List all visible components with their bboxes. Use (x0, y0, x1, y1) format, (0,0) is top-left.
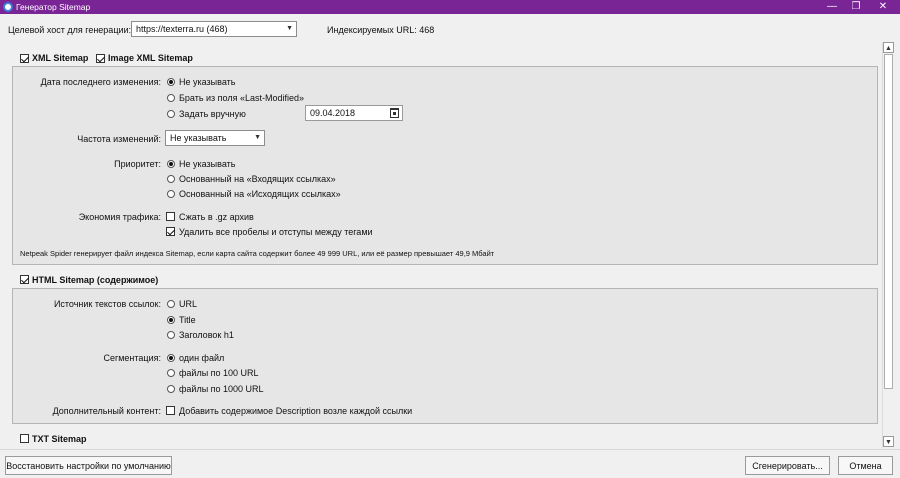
date-value: 09.04.2018 (310, 108, 356, 118)
segmentation-label: Сегментация: (103, 353, 161, 363)
xml-sitemap-label: XML Sitemap (32, 53, 89, 63)
lastmod-option-header: Брать из поля «Last-Modified» (179, 93, 305, 103)
link-source-radio-url[interactable] (167, 300, 175, 308)
strip-whitespace-checkbox[interactable] (166, 227, 175, 236)
priority-radio-outgoing[interactable] (167, 190, 175, 198)
host-select-value: https://texterra.ru (468) (136, 24, 228, 34)
scroll-thumb[interactable] (884, 54, 893, 389)
extra-content-label: Дополнительный контент: (52, 406, 161, 416)
priority-label: Приоритет: (114, 159, 161, 169)
footer-bar: Восстановить настройки по умолчанию Сген… (0, 449, 900, 478)
image-xml-sitemap-checkbox[interactable] (96, 54, 105, 63)
lastmod-radio-none[interactable] (167, 78, 175, 86)
date-picker[interactable]: 09.04.2018 (305, 105, 403, 121)
link-source-option-h1: Заголовок h1 (179, 330, 234, 340)
sitemap-index-note: Netpeak Spider генерирует файл индекса S… (20, 249, 495, 258)
chevron-down-icon: ▼ (254, 134, 261, 141)
html-sitemap-checkbox[interactable] (20, 275, 29, 284)
link-source-option-url: URL (179, 299, 198, 309)
link-source-option-title: Title (179, 315, 196, 325)
description-checkbox[interactable] (166, 406, 175, 415)
host-select[interactable]: https://texterra.ru (468) ▼ (131, 21, 297, 37)
scroll-up-icon[interactable]: ▲ (883, 42, 894, 53)
calendar-icon[interactable] (390, 108, 399, 118)
txt-sitemap-checkbox[interactable] (20, 434, 29, 443)
segmentation-radio-single[interactable] (167, 354, 175, 362)
segmentation-option-single: один файл (179, 353, 225, 363)
window-title: Генератор Sitemap (16, 2, 91, 12)
priority-option-outgoing: Основанный на «Исходящих ссылках» (179, 189, 341, 199)
host-label: Целевой хост для генерации: (8, 25, 132, 35)
restore-button[interactable]: ❐ (846, 0, 866, 14)
xml-sitemap-checkbox[interactable] (20, 54, 29, 63)
lastmod-radio-manual[interactable] (167, 110, 175, 118)
segmentation-radio-100[interactable] (167, 369, 175, 377)
html-sitemap-label: HTML Sitemap (содержимое) (32, 275, 159, 285)
generate-button[interactable]: Сгенерировать... (745, 456, 830, 475)
txt-sitemap-label: TXT Sitemap (32, 434, 87, 444)
title-bar: Генератор Sitemap — ❐ ✕ (0, 0, 900, 14)
link-source-label: Источник текстов ссылок: (53, 299, 161, 309)
xml-settings-panel: Дата последнего изменения: Не указывать … (12, 66, 878, 265)
description-option: Добавить содержимое Description возле ка… (179, 406, 413, 416)
scroll-down-icon[interactable]: ▼ (883, 436, 894, 447)
frequency-label: Частота изменений: (77, 134, 161, 144)
gzip-option: Сжать в .gz архив (179, 212, 254, 222)
frequency-select-value: Не указывать (170, 133, 227, 143)
restore-defaults-button[interactable]: Восстановить настройки по умолчанию (5, 456, 172, 475)
priority-option-none: Не указывать (179, 159, 236, 169)
frequency-select[interactable]: Не указывать ▼ (165, 130, 265, 146)
priority-option-incoming: Основанный на «Входящих ссылках» (179, 174, 336, 184)
minimize-button[interactable]: — (822, 0, 842, 14)
strip-whitespace-option: Удалить все пробелы и отступы между тега… (179, 227, 373, 237)
priority-radio-none[interactable] (167, 160, 175, 168)
host-row: Целевой хост для генерации: https://text… (0, 16, 900, 42)
lastmod-radio-header[interactable] (167, 94, 175, 102)
priority-radio-incoming[interactable] (167, 175, 175, 183)
chevron-down-icon: ▼ (286, 25, 293, 32)
segmentation-radio-1000[interactable] (167, 385, 175, 393)
lastmod-option-none: Не указывать (179, 77, 236, 87)
settings-scroll-area: XML Sitemap Image XML Sitemap Дата после… (6, 42, 895, 447)
segmentation-option-100: файлы по 100 URL (179, 368, 259, 378)
cancel-button[interactable]: Отмена (838, 456, 893, 475)
lastmod-label: Дата последнего изменения: (40, 77, 161, 87)
link-source-radio-title[interactable] (167, 316, 175, 324)
economy-label: Экономия трафика: (78, 212, 161, 222)
image-xml-sitemap-label: Image XML Sitemap (108, 53, 193, 63)
html-settings-panel: Источник текстов ссылок: URL Title Загол… (12, 288, 878, 424)
app-logo-icon (3, 2, 13, 12)
link-source-radio-h1[interactable] (167, 331, 175, 339)
lastmod-option-manual: Задать вручную (179, 109, 246, 119)
close-button[interactable]: ✕ (873, 0, 893, 14)
gzip-checkbox[interactable] (166, 212, 175, 221)
indexed-url-count: Индексируемых URL: 468 (327, 25, 435, 35)
segmentation-option-1000: файлы по 1000 URL (179, 384, 264, 394)
vertical-scrollbar[interactable]: ▲ ▼ (882, 42, 894, 448)
